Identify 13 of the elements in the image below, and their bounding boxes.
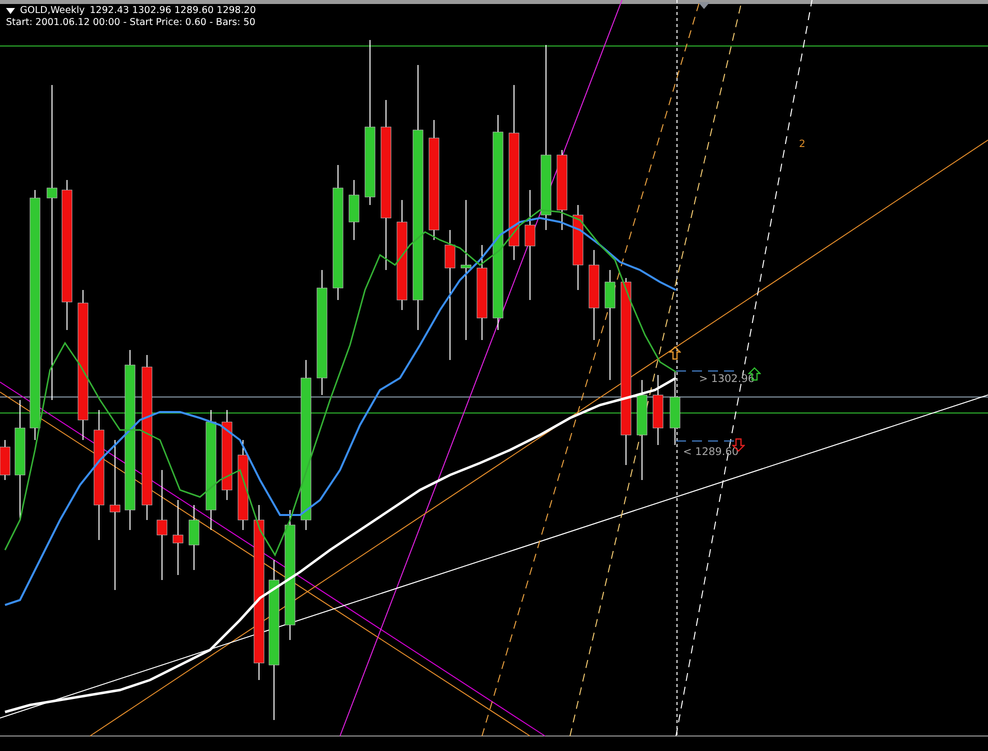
- sell-price-label: < 1289.60: [683, 446, 739, 458]
- start-info-text: Start: 2001.06.12 00:00 - Start Price: 0.60 - Bars: 50: [6, 17, 256, 28]
- channel-label: 2: [799, 139, 806, 151]
- up-arrow-icon: [669, 346, 681, 360]
- candlestick: [0, 440, 10, 480]
- candlestick: [188, 504, 200, 570]
- ohlc-quote: 1292.43 1302.96 1289.60 1298.20: [90, 5, 256, 16]
- collapse-triangle-icon[interactable]: [6, 8, 15, 14]
- candlestick: [652, 374, 664, 446]
- buy-price-label: > 1302.96: [699, 373, 755, 385]
- candlestick: [348, 180, 360, 240]
- symbol-timeframe: GOLD,Weekly: [20, 5, 85, 16]
- scroll-marker-icon[interactable]: [698, 2, 710, 10]
